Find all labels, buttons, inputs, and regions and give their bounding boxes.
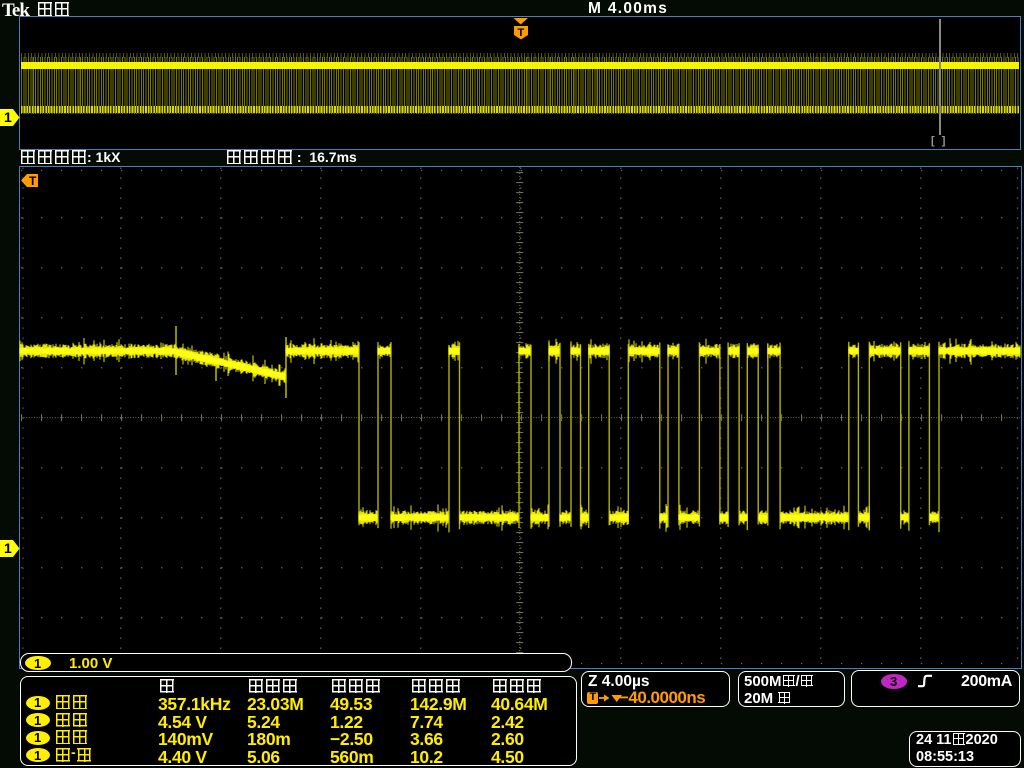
svg-text:T: T — [518, 27, 525, 39]
svg-text:1: 1 — [4, 540, 12, 556]
svg-text:T: T — [29, 174, 37, 188]
svg-text:1: 1 — [4, 109, 12, 125]
